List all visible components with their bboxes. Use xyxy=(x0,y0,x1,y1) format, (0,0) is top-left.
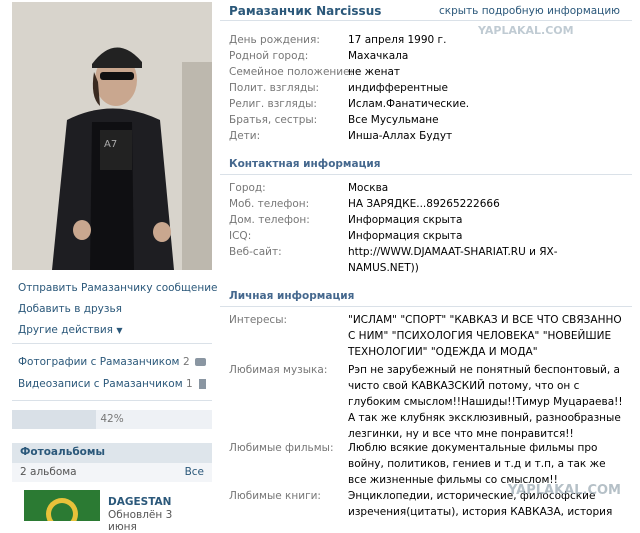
svg-text:A7: A7 xyxy=(104,139,117,150)
watermark-bottom: YAPLAKAL.COM xyxy=(508,483,621,498)
divider xyxy=(220,20,632,21)
dagestan-emblem-icon xyxy=(24,490,100,521)
videos-with-user-label: Видеозаписи с Рамазанчиком xyxy=(18,378,183,390)
info-value: Рэп не зарубежный не понятный беспонтовы… xyxy=(348,364,623,440)
divider xyxy=(12,343,212,344)
info-value: Все Мусульмане xyxy=(348,114,439,126)
send-message-link[interactable]: Отправить Рамазанчику сообщение xyxy=(18,282,218,294)
albums-count: 2 альбома xyxy=(20,466,77,478)
info-label: День рождения: xyxy=(229,34,320,46)
info-value: Инша-Аллах Будут xyxy=(348,130,453,142)
profile-completeness-label: 42% xyxy=(100,413,124,425)
album-cover[interactable] xyxy=(24,490,100,521)
info-value: индифферентные xyxy=(348,82,448,94)
contact-section-title: Контактная информация xyxy=(229,158,381,170)
albums-header[interactable]: Фотоальбомы xyxy=(12,443,212,463)
info-label: Моб. телефон: xyxy=(229,198,310,210)
hide-details-link[interactable]: скрыть подробную информацию xyxy=(439,5,620,17)
photos-with-user-link[interactable]: Фотографии с Рамазанчиком 2 xyxy=(18,356,212,368)
info-label: Город: xyxy=(229,182,266,194)
album-name[interactable]: DAGESTAN xyxy=(108,496,171,508)
info-label: Братья, сестры: xyxy=(229,114,318,126)
profile-completeness-bar: 42% xyxy=(12,410,212,429)
albums-all-link[interactable]: Все xyxy=(185,466,204,478)
info-label: Религ. взгляды: xyxy=(229,98,317,110)
info-label: Дом. телефон: xyxy=(229,214,310,226)
info-label: ICQ: xyxy=(229,230,252,242)
add-friend-link[interactable]: Добавить в друзья xyxy=(18,303,122,315)
contact-section-header: Контактная информация xyxy=(220,156,632,175)
info-label: Любимые книги: xyxy=(229,490,321,502)
info-label: Интересы: xyxy=(229,314,288,326)
profile-name: Рамазанчик Narcissus xyxy=(229,4,382,18)
info-label: Любимая музыка: xyxy=(229,364,328,376)
album-item[interactable]: DAGESTAN Обновлён 3 июня xyxy=(24,490,204,533)
info-value: не женат xyxy=(348,66,400,78)
info-label: Дети: xyxy=(229,130,261,142)
info-value: Информация скрыта xyxy=(348,230,463,242)
info-value: Москва xyxy=(348,182,389,194)
videos-with-user-link[interactable]: Видеозаписи с Рамазанчиком 1 xyxy=(18,378,212,390)
profile-photo[interactable]: A7 xyxy=(12,2,212,270)
album-updated: Обновлён 3 июня xyxy=(108,509,173,533)
personal-section-header: Личная информация xyxy=(220,288,632,307)
camera-icon xyxy=(195,358,206,366)
info-value: Ислам.Фанатические. xyxy=(348,98,470,110)
info-value: НА ЗАРЯДКЕ...89265222666 xyxy=(348,198,500,210)
film-icon xyxy=(199,379,206,389)
info-label: Полит. взгляды: xyxy=(229,82,320,94)
info-label: Родной город: xyxy=(229,50,309,62)
info-value: http://WWW.DJAMAAT-SHARIAT.RU и ЯХ-NAMUS… xyxy=(348,246,558,274)
chevron-down-icon: ▼ xyxy=(116,326,123,335)
info-label: Семейное положение: xyxy=(229,66,354,78)
info-value: "ИСЛАМ" "СПОРТ" "КАВКАЗ И ВСЕ ЧТО СВЯЗАН… xyxy=(348,314,622,358)
other-actions-label: Другие действия xyxy=(18,324,113,336)
divider xyxy=(12,400,212,401)
watermark-top: YAPLAKAL.COM xyxy=(478,24,574,37)
profile-photo-image: A7 xyxy=(12,2,212,270)
photos-with-user-label: Фотографии с Рамазанчиком xyxy=(18,356,180,368)
photos-count: 2 xyxy=(182,356,190,368)
albums-subheader: 2 альбома Все xyxy=(12,463,212,482)
personal-section-title: Личная информация xyxy=(229,290,355,302)
info-value: Информация скрыта xyxy=(348,214,463,226)
albums-title: Фотоальбомы xyxy=(20,446,105,458)
info-value: Люблю всякие документальные фильмы про в… xyxy=(348,442,606,486)
info-label: Любимые фильмы: xyxy=(229,442,334,454)
other-actions-dropdown[interactable]: Другие действия ▼ xyxy=(18,324,122,336)
info-label: Веб-сайт: xyxy=(229,246,282,258)
videos-count: 1 xyxy=(185,378,193,390)
info-value: Махачкала xyxy=(348,50,409,62)
